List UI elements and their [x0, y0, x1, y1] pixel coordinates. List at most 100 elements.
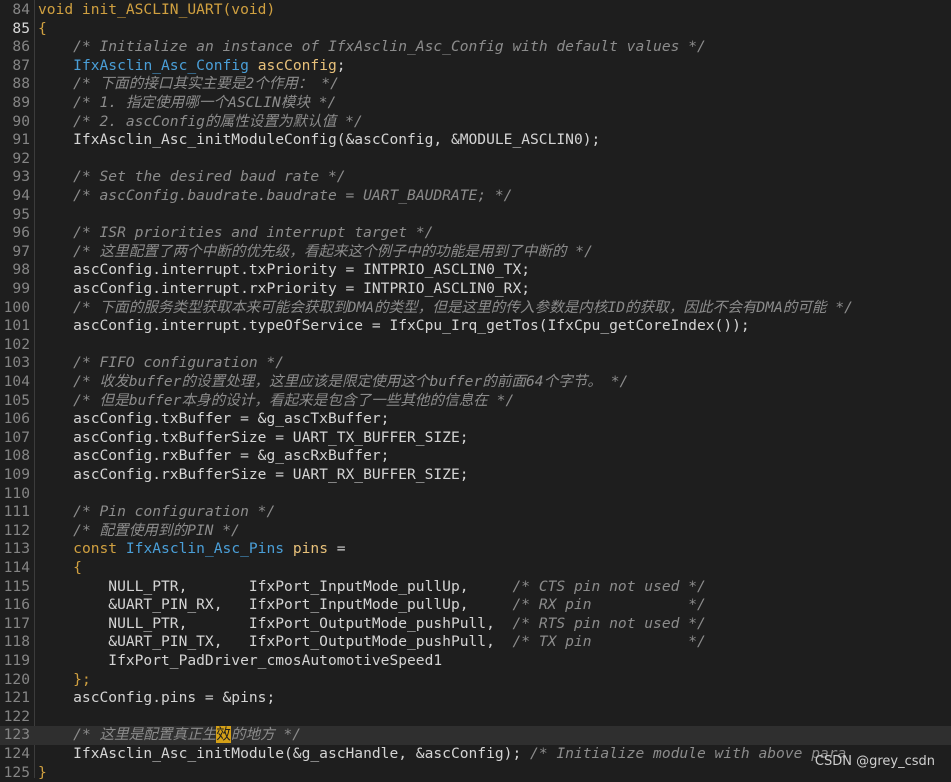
line-number: 95 [12, 205, 30, 223]
code-token: IfxAsclin_Asc_Config [73, 56, 249, 74]
code-line[interactable]: 84 void init_ASCLIN_UART(void) [0, 1, 951, 20]
code-token: NULL_PTR, IfxPort_OutputMode_pushPull, [38, 614, 513, 632]
code-line[interactable]: 115 NULL_PTR, IfxPort_InputMode_pullUp, … [0, 578, 951, 597]
line-code: /* ascConfig.baudrate.baudrate = UART_BA… [38, 187, 512, 206]
code-line[interactable]: 118 &UART_PIN_TX, IfxPort_OutputMode_pus… [0, 633, 951, 652]
code-token: } [38, 763, 47, 781]
line-number: 99 [12, 280, 30, 297]
line-code: IfxPort_PadDriver_cmosAutomotiveSpeed1 [38, 652, 442, 671]
code-line[interactable]: 110 [0, 485, 951, 504]
line-number: 120 [3, 670, 30, 688]
code-token: ascConfig.rxBuffer = &g_ascRxBuffer; [38, 447, 390, 465]
code-line[interactable]: 108 ascConfig.rxBuffer = &g_ascRxBuffer; [0, 447, 951, 466]
code-comment: /* 这里配置了两个中断的优先级，看起来这个例子中的功能是用到了中断的 */ [73, 242, 593, 260]
code-line[interactable]: 114 { [0, 559, 951, 578]
code-line[interactable]: 99 ascConfig.interrupt.rxPriority = INTP… [0, 280, 951, 299]
code-line[interactable]: 86 /* Initialize an instance of IfxAscli… [0, 38, 951, 57]
code-line[interactable]: 89 /* 1. 指定使用哪一个ASCLIN模块 */ [0, 94, 951, 113]
line-number: 117 [3, 614, 30, 632]
line-number: 87 [12, 56, 30, 74]
code-line[interactable]: 91 IfxAsclin_Asc_initModuleConfig(&ascCo… [0, 131, 951, 150]
line-code: IfxAsclin_Asc_initModuleConfig(&ascConfi… [38, 131, 600, 150]
code-line[interactable]: 96 /* ISR priorities and interrupt targe… [0, 224, 951, 243]
line-code: /* 收发buffer的设置处理，这里应该是限定使用这个buffer的前面64个… [38, 373, 628, 392]
code-editor[interactable]: 84 void init_ASCLIN_UART(void) 85 {86 /* In… [0, 0, 951, 781]
line-number: 122 [3, 707, 30, 725]
code-line[interactable]: 125} [0, 764, 951, 782]
code-line[interactable]: 97 /* 这里配置了两个中断的优先级，看起来这个例子中的功能是用到了中断的 *… [0, 243, 951, 262]
code-line[interactable]: 98 ascConfig.interrupt.txPriority = INTP… [0, 261, 951, 280]
code-line[interactable]: 122 [0, 708, 951, 727]
code-line[interactable]: 107 ascConfig.txBufferSize = UART_TX_BUF… [0, 429, 951, 448]
code-line[interactable]: 105 /* 但是buffer本身的设计，看起来是包含了一些其他的信息在 */ [0, 392, 951, 411]
line-number: 110 [3, 484, 30, 502]
line-code: /* FIFO configuration */ [38, 354, 284, 373]
line-number: 86 [12, 38, 30, 56]
code-line[interactable]: 85 { [0, 20, 951, 39]
code-line[interactable]: 93 /* Set the desired baud rate */ [0, 168, 951, 187]
line-code: const IfxAsclin_Asc_Pins pins = [38, 540, 345, 559]
code-token: IfxAsclin_Asc_initModuleConfig(&ascConfi… [38, 131, 601, 149]
code-comment: /* 配置使用到的PIN */ [73, 521, 240, 539]
code-line[interactable]: 111 /* Pin configuration */ [0, 503, 951, 522]
line-code: void init_ASCLIN_UART(void) [38, 1, 275, 20]
code-comment: /* ascConfig.baudrate.baudrate = UART_BA… [73, 187, 513, 204]
code-line[interactable]: 109 ascConfig.rxBufferSize = UART_RX_BUF… [0, 466, 951, 485]
code-line[interactable]: 124 IfxAsclin_Asc_initModule(&g_ascHandl… [0, 745, 951, 764]
line-code: ascConfig.txBufferSize = UART_TX_BUFFER_… [38, 429, 468, 448]
code-line[interactable]: 112 /* 配置使用到的PIN */ [0, 522, 951, 541]
code-comment: /* Set the desired baud rate */ [73, 168, 346, 186]
code-line[interactable]: 119 IfxPort_PadDriver_cmosAutomotiveSpee… [0, 652, 951, 671]
code-line[interactable]: 100 /* 下面的服务类型获取本来可能会获取到DMA的类型，但是这里的传入参数… [0, 299, 951, 318]
code-line[interactable]: 117 NULL_PTR, IfxPort_OutputMode_pushPul… [0, 615, 951, 634]
code-line[interactable]: 103 /* FIFO configuration */ [0, 354, 951, 373]
code-line[interactable]: 94 /* ascConfig.baudrate.baudrate = UART… [0, 187, 951, 206]
code-line[interactable]: 123 /* 这里是配置真正生效的地方 */ [0, 726, 951, 745]
line-number: 124 [3, 745, 30, 762]
line-number: 101 [3, 317, 30, 335]
code-line[interactable]: 116 &UART_PIN_RX, IfxPort_InputMode_pull… [0, 596, 951, 615]
line-number: 92 [12, 149, 30, 167]
code-comment: /* Pin configuration */ [73, 503, 276, 521]
code-line[interactable]: 120 }; [0, 671, 951, 690]
code-token: &UART_PIN_RX, IfxPort_InputMode_pullUp, [38, 596, 513, 614]
watermark: CSDN @grey_csdn [814, 754, 935, 769]
code-line[interactable]: 92 [0, 150, 951, 169]
line-number: 105 [3, 391, 30, 409]
code-line[interactable]: 90 /* 2. ascConfig的属性设置为默认值 */ [0, 113, 951, 132]
code-token: IfxAsclin_Asc_Pins [125, 540, 285, 558]
code-token: { [38, 19, 47, 37]
code-line[interactable]: 102 [0, 336, 951, 355]
code-line[interactable]: 101 ascConfig.interrupt.typeOfService = … [0, 317, 951, 336]
code-line[interactable]: 88 /* 下面的接口其实主要是2个作用： */ [0, 75, 951, 94]
code-line[interactable]: 104 /* 收发buffer的设置处理，这里应该是限定使用这个buffer的前… [0, 373, 951, 392]
code-comment: /* RTS pin not used */ [512, 614, 706, 632]
code-comment: /* FIFO configuration */ [73, 354, 285, 372]
code-line[interactable]: 106 ascConfig.txBuffer = &g_ascTxBuffer; [0, 410, 951, 429]
line-code: /* Set the desired baud rate */ [38, 168, 346, 187]
code-line[interactable]: 113 const IfxAsclin_Asc_Pins pins = [0, 540, 951, 559]
line-code: /* 下面的接口其实主要是2个作用： */ [38, 75, 339, 94]
line-number: 118 [3, 633, 30, 651]
line-code: /* 配置使用到的PIN */ [38, 522, 240, 541]
line-code: &UART_PIN_RX, IfxPort_InputMode_pullUp, … [38, 596, 705, 615]
code-comment: /* ISR priorities and interrupt target *… [73, 224, 434, 242]
code-line[interactable]: 95 [0, 206, 951, 225]
code-line[interactable]: 121 ascConfig.pins = &pins; [0, 689, 951, 708]
code-line[interactable]: 87 IfxAsclin_Asc_Config ascConfig; [0, 57, 951, 76]
line-number: 125 [3, 763, 30, 781]
line-number: 85 [12, 19, 30, 37]
line-code: /* 2. ascConfig的属性设置为默认值 */ [38, 113, 363, 132]
line-code: /* 下面的服务类型获取本来可能会获取到DMA的类型，但是这里的传入参数是内核I… [38, 299, 853, 318]
line-code: }; [38, 671, 91, 690]
